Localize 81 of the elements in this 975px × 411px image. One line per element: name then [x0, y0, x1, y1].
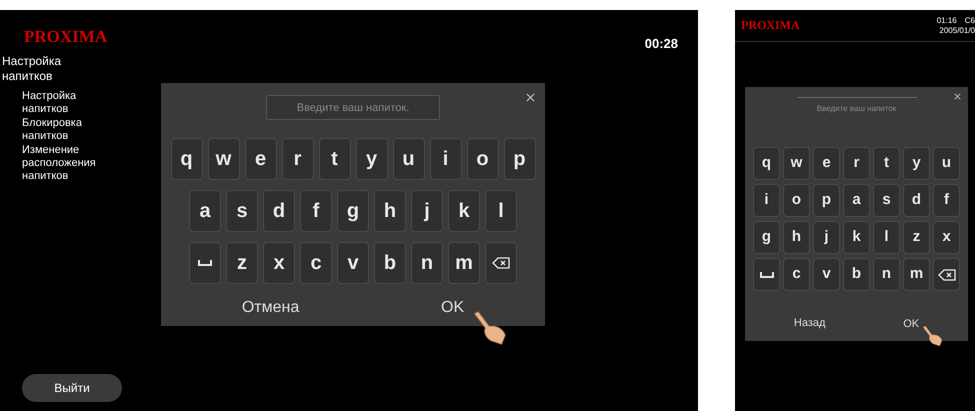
key[interactable]: b — [374, 242, 406, 284]
key[interactable]: j — [411, 190, 443, 232]
key[interactable]: x — [263, 242, 295, 284]
key[interactable]: u — [933, 147, 960, 180]
backspace-icon — [938, 268, 956, 280]
close-icon[interactable] — [954, 93, 961, 100]
sidebar-item[interactable]: Изменение расположения напитков — [22, 144, 122, 182]
key[interactable]: m — [448, 242, 480, 284]
key[interactable]: h — [374, 190, 406, 232]
key[interactable]: i — [753, 184, 780, 217]
key[interactable]: s — [226, 190, 258, 232]
key[interactable]: d — [903, 184, 930, 217]
space-key[interactable] — [189, 242, 221, 284]
cancel-button[interactable]: Назад — [786, 311, 834, 335]
ok-button[interactable]: OK — [433, 296, 472, 320]
backspace-key[interactable] — [485, 242, 517, 284]
key[interactable]: v — [337, 242, 369, 284]
space-key[interactable] — [753, 258, 780, 291]
key[interactable]: b — [843, 258, 870, 291]
key[interactable]: q — [753, 147, 780, 180]
key[interactable]: g — [753, 221, 780, 254]
key[interactable]: t — [318, 138, 350, 180]
close-icon[interactable] — [526, 93, 535, 102]
key[interactable]: k — [448, 190, 480, 232]
key[interactable]: y — [356, 138, 388, 180]
key[interactable]: l — [873, 221, 900, 254]
key[interactable]: c — [300, 242, 332, 284]
key[interactable]: q — [170, 138, 202, 180]
key[interactable]: a — [189, 190, 221, 232]
key[interactable]: s — [873, 184, 900, 217]
key[interactable]: m — [903, 258, 930, 291]
key[interactable]: l — [485, 190, 517, 232]
key[interactable]: i — [430, 138, 462, 180]
key[interactable]: f — [933, 184, 960, 217]
key[interactable]: n — [873, 258, 900, 291]
key[interactable]: n — [411, 242, 443, 284]
sidebar-item[interactable]: Настройка напитков — [22, 90, 122, 116]
key[interactable]: a — [843, 184, 870, 217]
key[interactable]: v — [813, 258, 840, 291]
cancel-button[interactable]: Отмена — [234, 296, 308, 320]
key[interactable]: o — [783, 184, 810, 217]
key[interactable]: e — [813, 147, 840, 180]
key[interactable]: z — [903, 221, 930, 254]
key[interactable]: u — [392, 138, 424, 180]
exit-button[interactable]: Выйти — [22, 374, 122, 402]
key[interactable]: h — [783, 221, 810, 254]
key[interactable]: p — [813, 184, 840, 217]
backspace-icon — [492, 257, 510, 269]
key[interactable]: z — [226, 242, 258, 284]
key[interactable]: x — [933, 221, 960, 254]
key[interactable]: c — [783, 258, 810, 291]
hand-pointer-icon — [471, 310, 507, 346]
key[interactable]: r — [282, 138, 314, 180]
sidebar-item[interactable]: Блокировка напитков — [22, 116, 122, 142]
logo: PROXIMA — [741, 17, 800, 34]
ok-button[interactable]: OK — [895, 316, 928, 332]
space-icon — [198, 260, 212, 266]
key[interactable]: k — [843, 221, 870, 254]
input-field[interactable]: Введите ваш напиток — [796, 97, 916, 119]
key[interactable]: w — [208, 138, 240, 180]
key[interactable]: d — [263, 190, 295, 232]
key[interactable]: g — [337, 190, 369, 232]
sidebar-title: Настройка напитков — [2, 54, 62, 84]
logo: PROXIMA — [23, 26, 108, 48]
key[interactable]: r — [843, 147, 870, 180]
key[interactable]: y — [903, 147, 930, 180]
key[interactable]: w — [783, 147, 810, 180]
backspace-key[interactable] — [933, 258, 960, 291]
status-code: C6 — [964, 16, 975, 26]
key[interactable]: o — [466, 138, 498, 180]
clock-time: 01:16 — [936, 16, 957, 26]
key[interactable]: t — [873, 147, 900, 180]
space-icon — [760, 272, 774, 278]
key[interactable]: p — [504, 138, 536, 180]
input-field[interactable]: Введите ваш напиток. — [266, 95, 440, 120]
date-text: 2005/01/0 — [939, 26, 975, 36]
key[interactable]: j — [813, 221, 840, 254]
clock-time: 00:28 — [644, 35, 678, 53]
key[interactable]: f — [300, 190, 332, 232]
key[interactable]: e — [244, 138, 276, 180]
hand-pointer-icon — [921, 325, 944, 347]
